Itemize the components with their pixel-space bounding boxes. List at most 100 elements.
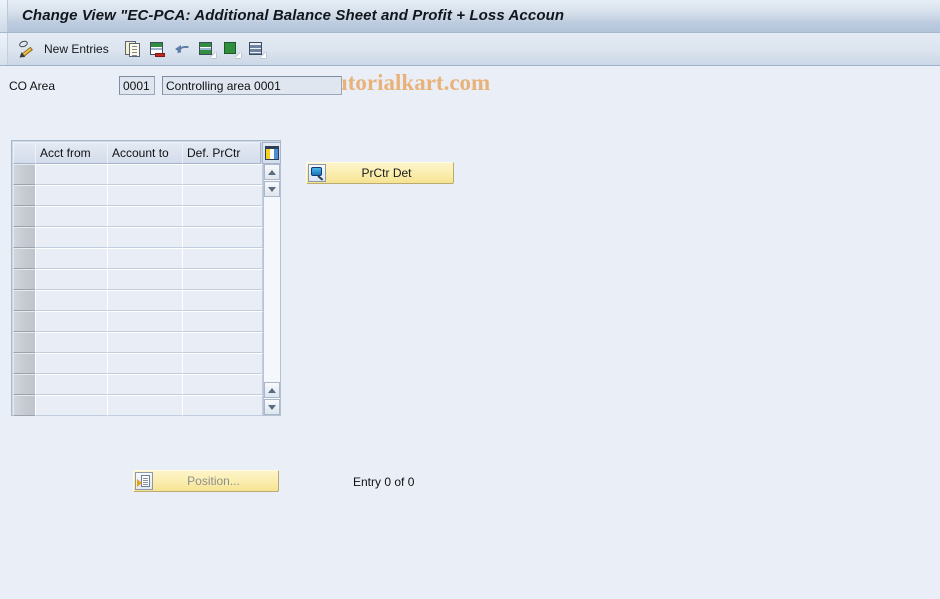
cell-acct-from[interactable] <box>35 227 108 248</box>
cell-def-prctr[interactable] <box>182 395 263 416</box>
cell-def-prctr[interactable] <box>182 311 263 332</box>
select-block-icon <box>247 39 267 59</box>
table-select-all-corner[interactable] <box>13 142 36 164</box>
cell-account-to[interactable] <box>107 353 183 374</box>
magnifier-icon <box>308 164 326 182</box>
cell-acct-from[interactable] <box>35 353 108 374</box>
scroll-page-down-icon[interactable] <box>264 399 280 415</box>
table-row <box>13 185 263 206</box>
table-row <box>13 164 263 185</box>
row-select-button[interactable] <box>13 185 36 206</box>
cell-def-prctr[interactable] <box>182 332 263 353</box>
table-vertical-scrollbar[interactable] <box>263 164 281 416</box>
cell-account-to[interactable] <box>107 206 183 227</box>
cell-account-to[interactable] <box>107 290 183 311</box>
cell-acct-from[interactable] <box>35 290 108 311</box>
row-select-button[interactable] <box>13 290 36 311</box>
application-toolbar: New Entries www.tutorialkart.com <box>0 33 940 95</box>
scroll-down-icon[interactable] <box>264 181 280 197</box>
cell-def-prctr[interactable] <box>182 164 263 185</box>
cell-acct-from[interactable] <box>35 395 108 416</box>
row-select-button[interactable] <box>13 164 36 185</box>
cell-account-to[interactable] <box>107 164 183 185</box>
cell-account-to[interactable] <box>107 332 183 353</box>
undo-button[interactable] <box>170 37 196 61</box>
cell-def-prctr[interactable] <box>182 374 263 395</box>
accounts-table: Acct from Account to Def. PrCtr <box>11 140 281 416</box>
table-row <box>13 290 263 311</box>
row-select-button[interactable] <box>13 227 36 248</box>
cell-account-to[interactable] <box>107 311 183 332</box>
table-header-row: Acct from Account to Def. PrCtr <box>13 142 281 164</box>
select-all-icon <box>197 39 217 59</box>
position-goto-icon <box>135 472 153 490</box>
row-select-button[interactable] <box>13 395 36 416</box>
table-settings-icon <box>265 146 279 160</box>
cell-acct-from[interactable] <box>35 332 108 353</box>
deselect-all-icon <box>222 39 242 59</box>
table-row <box>13 311 263 332</box>
cell-account-to[interactable] <box>107 374 183 395</box>
co-area-description-input[interactable] <box>162 76 342 95</box>
table-row <box>13 269 263 290</box>
row-select-button[interactable] <box>13 332 36 353</box>
row-select-button[interactable] <box>13 206 36 227</box>
row-select-button[interactable] <box>13 269 36 290</box>
table-row <box>13 374 263 395</box>
cell-acct-from[interactable] <box>35 206 108 227</box>
cell-acct-from[interactable] <box>35 248 108 269</box>
cell-account-to[interactable] <box>107 269 183 290</box>
select-block-button[interactable] <box>244 37 270 61</box>
prctr-det-button[interactable]: PrCtr Det <box>306 162 454 184</box>
column-header-acct-from[interactable]: Acct from <box>35 142 108 164</box>
row-select-button[interactable] <box>13 248 36 269</box>
row-select-button[interactable] <box>13 374 36 395</box>
cell-account-to[interactable] <box>107 248 183 269</box>
page-title: Change View "EC-PCA: Additional Balance … <box>22 7 565 24</box>
entry-count-status: Entry 0 of 0 <box>353 475 415 489</box>
cell-account-to[interactable] <box>107 395 183 416</box>
cell-account-to[interactable] <box>107 185 183 206</box>
cell-acct-from[interactable] <box>35 164 108 185</box>
copy-as-button[interactable] <box>120 37 146 61</box>
row-select-button[interactable] <box>13 353 36 374</box>
cell-def-prctr[interactable] <box>182 248 263 269</box>
table-settings-button[interactable] <box>262 142 281 164</box>
cell-acct-from[interactable] <box>35 311 108 332</box>
cell-account-to[interactable] <box>107 227 183 248</box>
table-body <box>13 164 263 416</box>
deselect-all-button[interactable] <box>219 37 245 61</box>
table-row <box>13 248 263 269</box>
table-row <box>13 395 263 416</box>
cell-def-prctr[interactable] <box>182 290 263 311</box>
scroll-up-icon[interactable] <box>264 164 280 180</box>
table-row <box>13 227 263 248</box>
select-all-button[interactable] <box>194 37 220 61</box>
scroll-page-up-icon[interactable] <box>264 382 280 398</box>
window-title-bar: Change View "EC-PCA: Additional Balance … <box>0 0 940 33</box>
cell-def-prctr[interactable] <box>182 353 263 374</box>
cell-def-prctr[interactable] <box>182 206 263 227</box>
pencil-icon <box>17 39 37 60</box>
co-area-code-input[interactable] <box>119 76 155 95</box>
cell-acct-from[interactable] <box>35 374 108 395</box>
table-row <box>13 353 263 374</box>
position-label: Position... <box>187 474 240 488</box>
cell-acct-from[interactable] <box>35 269 108 290</box>
cell-acct-from[interactable] <box>35 185 108 206</box>
cell-def-prctr[interactable] <box>182 227 263 248</box>
cell-def-prctr[interactable] <box>182 185 263 206</box>
undo-icon <box>173 39 193 59</box>
column-header-account-to[interactable]: Account to <box>107 142 183 164</box>
cell-def-prctr[interactable] <box>182 269 263 290</box>
title-bar-accent <box>0 0 8 32</box>
position-button[interactable]: Position... <box>133 470 279 492</box>
prctr-det-label: PrCtr Det <box>361 166 412 180</box>
co-area-label: CO Area <box>9 79 56 93</box>
column-header-def-prctr[interactable]: Def. PrCtr <box>182 142 261 164</box>
new-entries-label: New Entries <box>44 42 109 56</box>
new-entries-label-button[interactable]: New Entries <box>41 37 112 61</box>
row-select-button[interactable] <box>13 311 36 332</box>
new-entries-button[interactable] <box>14 37 40 61</box>
delete-button[interactable] <box>145 37 171 61</box>
